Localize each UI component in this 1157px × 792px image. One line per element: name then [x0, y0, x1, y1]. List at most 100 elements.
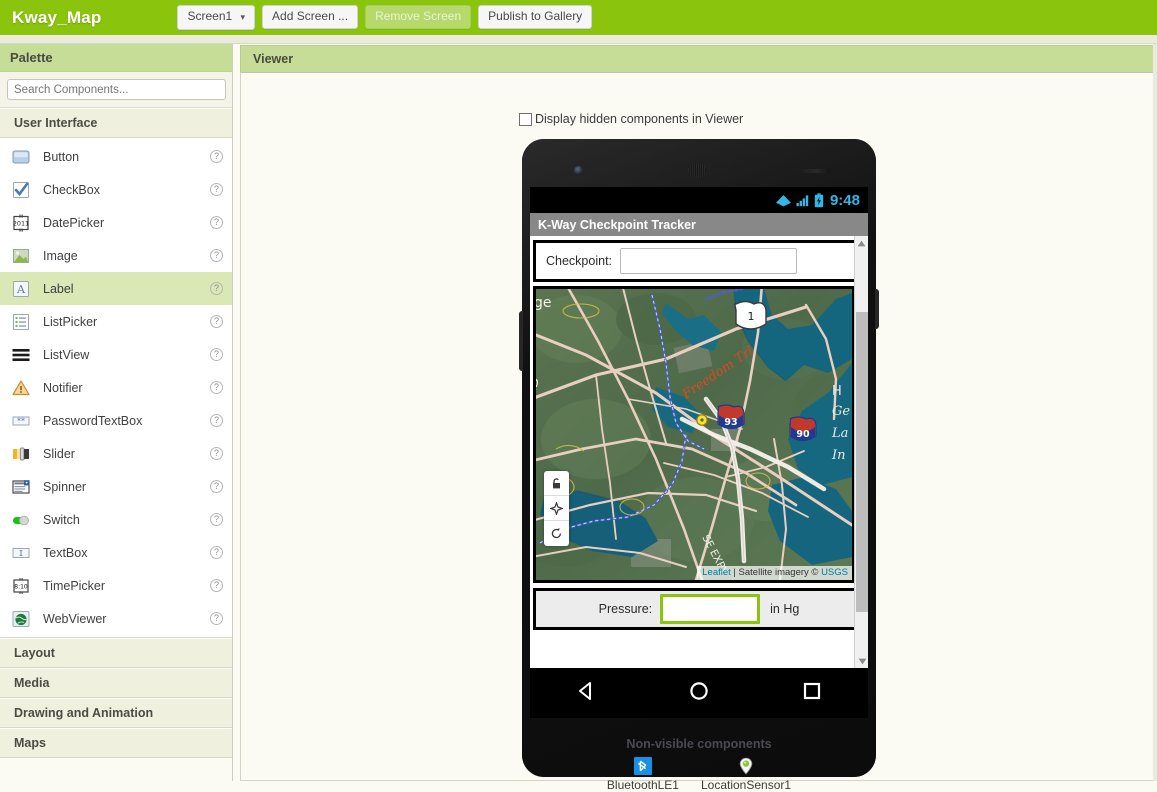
palette-item-label: Spinner: [43, 479, 87, 494]
palette-item-spinner[interactable]: Spinner ?: [0, 470, 232, 503]
viewer-panel: Viewer Display hidden components in View…: [240, 45, 1157, 792]
help-icon[interactable]: ?: [210, 480, 223, 493]
palette-search-row: [0, 72, 232, 108]
palette-item-timepicker[interactable]: 8:10 TimePicker ?: [0, 569, 232, 602]
palette-item-listpicker[interactable]: ListPicker ?: [0, 305, 232, 338]
publish-to-gallery-button[interactable]: Publish to Gallery: [478, 5, 593, 30]
non-visible-components-list: BluetoothLE1 LocationSensor1: [522, 757, 876, 792]
palette-category-maps[interactable]: Maps: [0, 728, 232, 758]
map-label-la: La: [831, 426, 848, 441]
palette-item-image[interactable]: Image ?: [0, 239, 232, 272]
palette-category-layout[interactable]: Layout: [0, 638, 232, 668]
palette-item-label: Button: [43, 149, 80, 164]
interstate-90-shield: 90: [789, 416, 817, 442]
display-hidden-components-label: Display hidden components in Viewer: [535, 112, 744, 126]
image-icon: [11, 246, 31, 266]
svg-text:A: A: [16, 283, 26, 296]
palette-category-user-interface[interactable]: User Interface: [0, 108, 232, 138]
interstate-93-shield: 93: [717, 404, 745, 430]
leaflet-link[interactable]: Leaflet: [702, 567, 731, 578]
webviewer-icon: [11, 609, 31, 629]
page-scrollbar[interactable]: [1153, 44, 1157, 781]
help-icon[interactable]: ?: [210, 513, 223, 526]
map-component[interactable]: 1 93 90 Freedom Trl SE EXPY e RD H Ge La…: [533, 286, 855, 583]
search-input[interactable]: [7, 79, 226, 100]
palette-item-label: Slider: [43, 446, 75, 461]
scroll-up-arrow[interactable]: [855, 236, 868, 250]
screen-selector-label: Screen1: [187, 9, 233, 24]
checkpoint-input[interactable]: [620, 248, 798, 274]
svg-text:2011: 2011: [13, 219, 29, 227]
help-icon[interactable]: ?: [210, 315, 223, 328]
help-icon[interactable]: ?: [210, 546, 223, 559]
svg-text:90: 90: [796, 429, 810, 440]
notifier-icon: [11, 378, 31, 398]
non-visible-component-label: BluetoothLE1: [606, 778, 679, 792]
non-visible-component-bluetoothle1[interactable]: BluetoothLE1: [607, 757, 679, 792]
help-icon[interactable]: ?: [210, 579, 223, 592]
display-hidden-components-row[interactable]: Display hidden components in Viewer: [519, 112, 743, 126]
palette-item-label: DatePicker: [43, 215, 105, 230]
front-camera-icon: [574, 166, 583, 175]
pan-lock-control[interactable]: [544, 471, 569, 496]
nav-back-button[interactable]: [575, 680, 597, 707]
pressure-input[interactable]: [660, 594, 761, 624]
help-icon[interactable]: ?: [210, 447, 223, 460]
nav-recents-button[interactable]: [801, 680, 823, 707]
help-icon[interactable]: ?: [210, 249, 223, 262]
usgs-link[interactable]: USGS: [821, 567, 848, 578]
checkpoint-label: Checkpoint:: [546, 254, 613, 268]
palette-item-label: ListView: [43, 347, 90, 362]
palette-category-drawing-and-animation[interactable]: Drawing and Animation: [0, 698, 232, 728]
palette-item-switch[interactable]: Switch ?: [0, 503, 232, 536]
status-bar-clock: 9:48: [829, 191, 860, 209]
help-icon[interactable]: ?: [210, 216, 223, 229]
non-visible-component-locationsensor1[interactable]: LocationSensor1: [701, 757, 791, 792]
palette-item-label[interactable]: A Label ?: [0, 272, 232, 305]
switch-icon: [11, 510, 31, 530]
toolbar-divider: [0, 35, 1157, 44]
palette-item-datepicker[interactable]: 2011 DatePicker ?: [0, 206, 232, 239]
palette-item-passwordtextbox[interactable]: ** PasswordTextBox ?: [0, 404, 232, 437]
nav-home-button[interactable]: [688, 680, 710, 707]
checkbox-icon: [11, 180, 31, 200]
topbar-button-group: Screen1 ▾ Add Screen ... Remove Screen P…: [177, 5, 593, 30]
phone-power-button: [875, 289, 879, 329]
help-icon[interactable]: ?: [210, 183, 223, 196]
android-status-bar: 9:48: [530, 187, 868, 213]
palette-item-checkbox[interactable]: CheckBox ?: [0, 173, 232, 206]
spinner-icon: [11, 477, 31, 497]
palette-category-media[interactable]: Media: [0, 668, 232, 698]
palette-header: Palette: [0, 44, 232, 72]
scroll-down-arrow[interactable]: [855, 654, 869, 668]
center-location-control[interactable]: [544, 496, 569, 521]
palette-item-label: CheckBox: [43, 182, 100, 197]
palette-item-label: Notifier: [43, 380, 83, 395]
help-icon[interactable]: ?: [210, 414, 223, 427]
palette-item-textbox[interactable]: TextBox ?: [0, 536, 232, 569]
scrollbar-thumb[interactable]: [856, 312, 868, 612]
phone-volume-button: [519, 311, 523, 371]
map-control-group: [544, 471, 569, 546]
screen-scrollbar[interactable]: [854, 236, 868, 668]
help-icon[interactable]: ?: [210, 150, 223, 163]
display-hidden-components-checkbox[interactable]: [519, 112, 532, 126]
palette-item-button[interactable]: Button ?: [0, 140, 232, 173]
add-screen-button[interactable]: Add Screen ...: [262, 5, 359, 30]
palette-item-slider[interactable]: Slider ?: [0, 437, 232, 470]
palette-item-notifier[interactable]: Notifier ?: [0, 371, 232, 404]
help-icon[interactable]: ?: [210, 282, 223, 295]
help-icon[interactable]: ?: [210, 612, 223, 625]
reset-rotation-control[interactable]: [544, 521, 569, 546]
listview-icon: [11, 345, 31, 365]
palette-item-webviewer[interactable]: WebViewer ?: [0, 602, 232, 635]
palette-item-listview[interactable]: ListView ?: [0, 338, 232, 371]
palette-component-list: Button ? CheckBox ? 2011 DatePicker ? Im…: [0, 138, 232, 638]
proximity-sensor-icon: [802, 169, 830, 173]
us-route-shield: 1: [734, 300, 767, 330]
screen-selector[interactable]: Screen1 ▾: [177, 5, 256, 30]
remove-screen-button[interactable]: Remove Screen: [365, 5, 472, 30]
help-icon[interactable]: ?: [210, 348, 223, 361]
help-icon[interactable]: ?: [210, 381, 223, 394]
svg-text:1: 1: [748, 310, 755, 323]
